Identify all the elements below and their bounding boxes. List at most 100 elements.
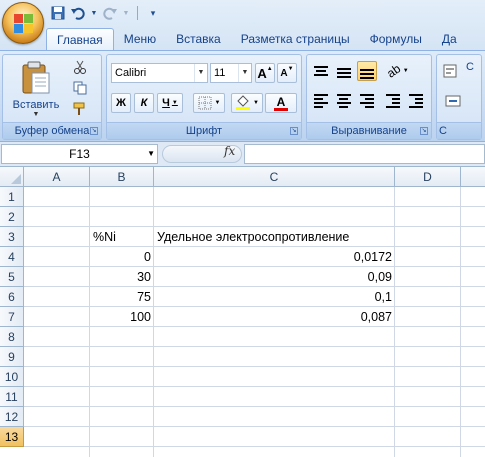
align-middle-button[interactable]: [334, 61, 354, 81]
row-header-12[interactable]: 12: [0, 407, 24, 427]
align-right-button[interactable]: [357, 91, 377, 111]
clipboard-group: Вставить ▼ Буфер обмена ↘: [2, 54, 102, 140]
gridline: [24, 326, 485, 327]
column-header-d[interactable]: D: [395, 167, 461, 187]
decrease-indent-button[interactable]: [383, 91, 403, 111]
cell-c4[interactable]: 0,0172: [154, 247, 395, 267]
formula-input[interactable]: [244, 144, 485, 164]
cell-c3[interactable]: Удельное электросопротивление: [154, 227, 395, 247]
bold-button[interactable]: Ж: [111, 93, 131, 113]
cut-button[interactable]: [69, 57, 91, 77]
column-header-a[interactable]: A: [24, 167, 90, 187]
format-painter-button[interactable]: [69, 99, 91, 119]
redo-icon[interactable]: [102, 5, 118, 21]
row-header-9[interactable]: 9: [0, 347, 24, 367]
wrap-text-button[interactable]: [440, 61, 460, 81]
increase-indent-icon: [409, 92, 423, 110]
paste-button[interactable]: Вставить ▼: [7, 57, 65, 121]
undo-icon[interactable]: [70, 5, 86, 21]
column-header-b[interactable]: B: [90, 167, 154, 187]
cell-b4[interactable]: 0: [90, 247, 154, 267]
row-header-2[interactable]: 2: [0, 207, 24, 227]
merge-center-button[interactable]: [440, 91, 466, 111]
dialog-launcher-icon[interactable]: ↘: [90, 127, 98, 135]
save-icon[interactable]: [50, 5, 66, 21]
row-header-13[interactable]: 13: [0, 427, 24, 447]
align-bottom-button[interactable]: [357, 61, 377, 81]
row-header-8[interactable]: 8: [0, 327, 24, 347]
align-left-button[interactable]: [311, 91, 331, 111]
orientation-icon: ab: [384, 61, 404, 81]
grow-font-icon: A: [257, 65, 267, 81]
insert-function-icon[interactable]: fx: [224, 144, 235, 158]
undo-dropdown-icon[interactable]: ▼: [90, 5, 98, 21]
clipboard-group-label: Буфер обмена ↘: [3, 122, 101, 139]
row-header-7[interactable]: 7: [0, 307, 24, 327]
paste-icon: [22, 61, 50, 93]
column-header-e[interactable]: [461, 167, 485, 187]
gridline: [24, 226, 485, 227]
tab-home[interactable]: Главная: [46, 28, 114, 50]
select-all-button[interactable]: [0, 167, 24, 187]
gridline: [24, 306, 485, 307]
redo-dropdown-icon[interactable]: ▼: [122, 5, 130, 21]
cell-b7[interactable]: 100: [90, 307, 154, 327]
underline-button[interactable]: Ч ▼: [157, 93, 183, 113]
row-header-1[interactable]: 1: [0, 187, 24, 207]
cell-b5[interactable]: 30: [90, 267, 154, 287]
cell-c6[interactable]: 0,1: [154, 287, 395, 307]
increase-indent-button[interactable]: [406, 91, 426, 111]
dialog-launcher-icon[interactable]: ↘: [290, 127, 298, 135]
column-header-c[interactable]: C: [154, 167, 395, 187]
number-group-label: С: [437, 122, 481, 139]
align-middle-icon: [337, 62, 351, 80]
row-header-11[interactable]: 11: [0, 387, 24, 407]
chevron-down-icon: ▼: [402, 68, 409, 74]
align-left-icon: [314, 92, 328, 110]
underline-label: Ч: [162, 97, 170, 109]
name-box[interactable]: F13 ▼: [1, 144, 158, 164]
chevron-down-icon: ▼: [253, 100, 259, 106]
cell-b6[interactable]: 75: [90, 287, 154, 307]
font-color-icon: A: [276, 94, 286, 109]
chevron-down-icon: ▼: [194, 64, 207, 82]
cell-c5[interactable]: 0,09: [154, 267, 395, 287]
customize-qat-icon[interactable]: ▾: [145, 5, 161, 21]
shrink-font-icon: A: [280, 67, 288, 79]
gridline: [24, 206, 485, 207]
orientation-button[interactable]: ab ▼: [383, 61, 413, 81]
spreadsheet-grid: A B C D %Ni Удельное электросопротивлени…: [0, 167, 485, 457]
grow-font-button[interactable]: A ▲: [255, 63, 275, 83]
align-right-icon: [360, 92, 374, 110]
align-top-button[interactable]: [311, 61, 331, 81]
tab-menu[interactable]: Меню: [114, 28, 166, 50]
font-color-button[interactable]: A: [265, 93, 297, 113]
tab-insert[interactable]: Вставка: [166, 28, 231, 50]
office-button[interactable]: [2, 2, 44, 44]
scissors-icon: [74, 60, 86, 74]
row-header-10[interactable]: 10: [0, 367, 24, 387]
tab-formulas[interactable]: Формулы: [360, 28, 432, 50]
tab-data[interactable]: Да: [432, 28, 467, 50]
shrink-font-button[interactable]: A ▼: [277, 63, 297, 83]
cell-b3[interactable]: %Ni: [90, 227, 154, 247]
quick-access-toolbar: ▼ ▼ ▾: [50, 3, 161, 23]
italic-button[interactable]: К: [134, 93, 154, 113]
dialog-launcher-icon[interactable]: ↘: [420, 127, 428, 135]
number-format-combo[interactable]: С: [466, 61, 474, 73]
chevron-down-icon: ▼: [238, 64, 251, 82]
font-name-combo[interactable]: Calibri ▼: [111, 63, 208, 83]
row-header-5[interactable]: 5: [0, 267, 24, 287]
row-header-3[interactable]: 3: [0, 227, 24, 247]
row-header-4[interactable]: 4: [0, 247, 24, 267]
tab-page-layout[interactable]: Разметка страницы: [231, 28, 360, 50]
borders-button[interactable]: ▼: [193, 93, 225, 113]
copy-button[interactable]: [69, 78, 91, 98]
cell-c7[interactable]: 0,087: [154, 307, 395, 327]
alignment-group: ab ▼ Выравнивание ↘: [306, 54, 432, 140]
font-size-combo[interactable]: 11 ▼: [210, 63, 252, 83]
row-header-6[interactable]: 6: [0, 287, 24, 307]
fill-color-button[interactable]: ▼: [231, 93, 263, 113]
wrap-text-icon: [443, 64, 457, 78]
align-center-button[interactable]: [334, 91, 354, 111]
